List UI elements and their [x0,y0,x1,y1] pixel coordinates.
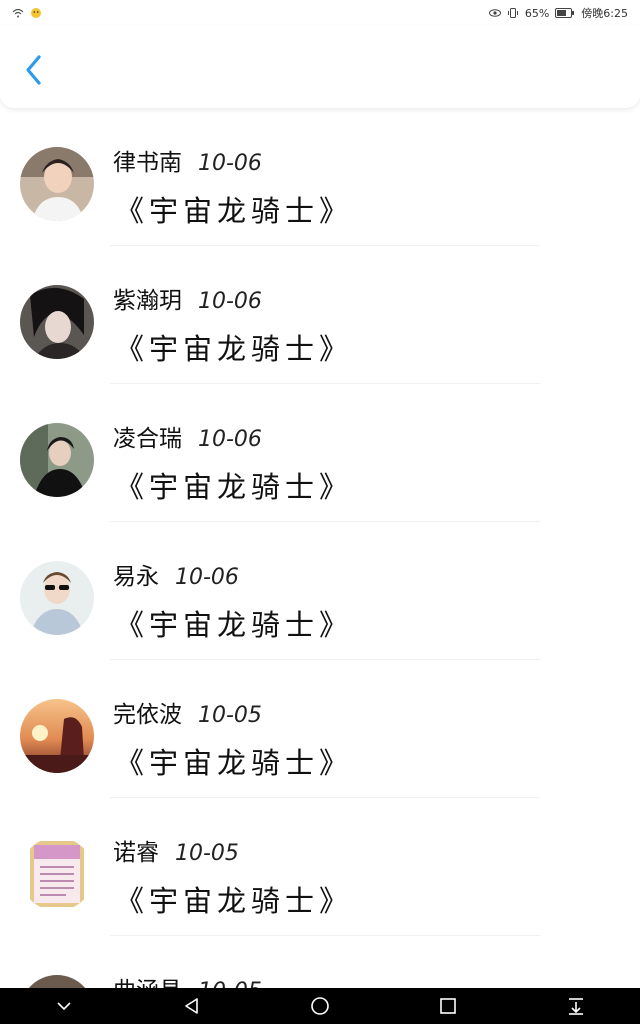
user-name[interactable]: 律书南 [113,150,182,176]
battery-icon [555,8,575,18]
user-name[interactable]: 易永 [113,564,159,590]
list-item[interactable]: 曲涵昌 10-05 [0,936,640,988]
battery-percent: 65% [524,6,550,20]
book-title: 《宇宙龙骑士》 [115,746,354,780]
recents-square-icon[interactable] [436,994,460,1018]
user-name[interactable]: 曲涵昌 [113,978,182,988]
item-header: 紫瀚玥 10-06 [113,281,262,315]
top-header [0,26,640,108]
item-header: 凌合瑞 10-06 [113,419,262,453]
list-item[interactable]: 凌合瑞 10-06 《宇宙龙骑士》 [0,384,640,522]
comment-list[interactable]: 律书南 10-06 《宇宙龙骑士》 紫瀚玥 10-06 《宇宙龙骑士》 凌合瑞 … [0,108,640,988]
status-right: 65% 傍晚6:25 [488,5,628,21]
list-item[interactable]: 律书南 10-06 《宇宙龙骑士》 [0,108,640,246]
item-header: 易永 10-06 [113,557,239,591]
user-name[interactable]: 完依波 [113,702,182,728]
book-title: 《宇宙龙骑士》 [115,608,354,642]
clock: 傍晚6:25 [581,7,628,20]
eye-icon [488,9,501,17]
post-date: 10-06 [175,565,239,590]
item-header: 曲涵昌 10-05 [113,971,262,988]
avatar[interactable] [20,975,94,988]
system-nav-bar [0,988,640,1024]
post-date: 10-06 [198,427,262,452]
post-date: 10-06 [198,151,262,176]
book-title: 《宇宙龙骑士》 [115,332,354,366]
status-left [12,7,42,19]
post-date: 10-05 [198,703,262,728]
list-item[interactable]: 易永 10-06 《宇宙龙骑士》 [0,522,640,660]
avatar[interactable] [20,699,94,773]
back-triangle-icon[interactable] [180,994,204,1018]
list-item[interactable]: 紫瀚玥 10-06 《宇宙龙骑士》 [0,246,640,384]
chevron-left-icon [26,55,41,85]
book-title: 《宇宙龙骑士》 [115,470,354,504]
user-name[interactable]: 紫瀚玥 [113,288,182,314]
post-date: 10-05 [175,841,239,866]
avatar[interactable] [20,561,94,635]
home-circle-icon[interactable] [308,994,332,1018]
avatar[interactable] [20,147,94,221]
notification-icon [31,8,41,18]
vibrate-icon [507,8,518,18]
item-header: 完依波 10-05 [113,695,262,729]
item-header: 律书南 10-06 [113,143,262,177]
collapse-icon[interactable] [52,994,76,1018]
status-bar: 65% 傍晚6:25 [0,0,640,26]
book-title: 《宇宙龙骑士》 [115,884,354,918]
user-name[interactable]: 诺睿 [113,840,159,866]
post-date: 10-06 [198,289,262,314]
avatar[interactable] [20,285,94,359]
list-item[interactable]: 诺睿 10-05 《宇宙龙骑士》 [0,798,640,936]
back-button[interactable] [18,50,52,90]
item-header: 诺睿 10-05 [113,833,239,867]
post-date: 10-05 [198,979,262,988]
avatar[interactable] [20,423,94,497]
avatar[interactable] [20,837,94,911]
wifi-icon [12,8,24,18]
book-title: 《宇宙龙骑士》 [115,194,354,228]
user-name[interactable]: 凌合瑞 [113,426,182,452]
download-icon[interactable] [564,994,588,1018]
list-item[interactable]: 完依波 10-05 《宇宙龙骑士》 [0,660,640,798]
